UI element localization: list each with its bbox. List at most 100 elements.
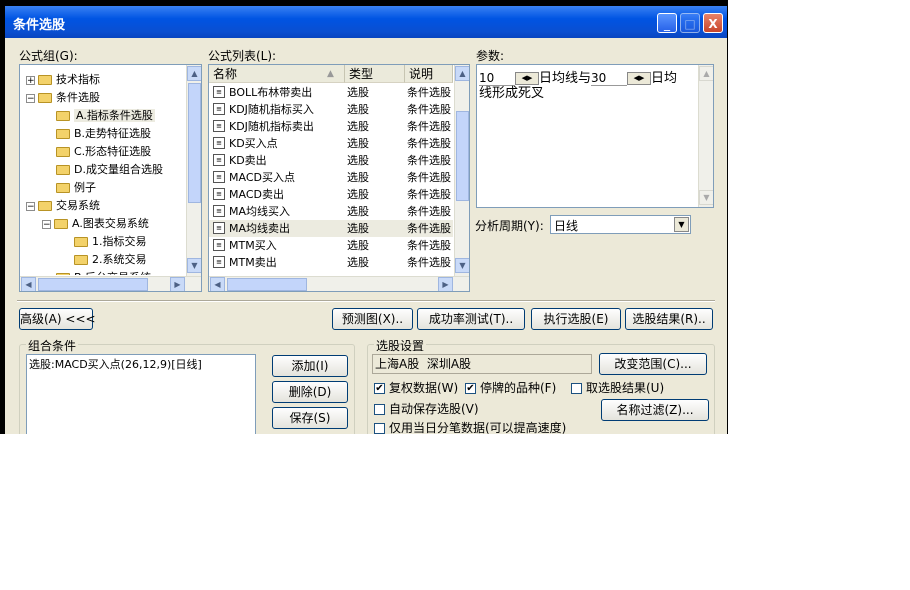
- tree-item-trade[interactable]: − 交易系统: [20, 197, 100, 215]
- formula-doc-icon: ≡: [213, 222, 225, 234]
- collapse-icon[interactable]: −: [42, 219, 51, 229]
- formula-row[interactable]: ≡ KDJ随机指标买入 选股 条件选股: [209, 101, 453, 118]
- today-only-checkbox[interactable]: 仅用当日分笔数据(可以提高速度): [374, 419, 566, 434]
- formula-desc: 条件选股: [407, 222, 451, 235]
- formula-name: MACD买入点: [229, 171, 295, 184]
- suspended-checkbox[interactable]: ✔ 停牌的品种(F): [465, 379, 556, 396]
- tree-item-condition[interactable]: − 条件选股: [20, 89, 100, 107]
- collapse-icon[interactable]: −: [26, 201, 35, 211]
- formula-row[interactable]: ≡ BOLL布林带卖出 选股 条件选股: [209, 84, 453, 101]
- tree-item-indicator[interactable]: A.指标条件选股: [20, 107, 155, 125]
- scroll-left-icon[interactable]: ◀: [21, 277, 36, 291]
- checkbox-unchecked-icon[interactable]: [374, 404, 385, 415]
- pick-result-checkbox[interactable]: 取选股结果(U): [571, 379, 664, 396]
- close-button[interactable]: X: [703, 13, 723, 33]
- formula-name: MACD卖出: [229, 188, 284, 201]
- scroll-down-icon[interactable]: ▼: [455, 258, 469, 273]
- formula-rows: ≡ BOLL布林带卖出 选股 条件选股 ≡ KDJ随机指标买入 选股 条件选股 ≡ KDJ随机指标…: [209, 84, 453, 276]
- checkbox-checked-icon[interactable]: ✔: [465, 383, 476, 394]
- column-desc[interactable]: 说明: [405, 65, 453, 83]
- scroll-thumb[interactable]: [456, 111, 469, 201]
- params-scrollbar[interactable]: ▲ ▼: [698, 65, 713, 207]
- formula-desc: 条件选股: [407, 154, 451, 167]
- maximize-button[interactable]: □: [680, 13, 700, 33]
- spin-arrows-icon[interactable]: ◀▶: [627, 72, 652, 85]
- formula-row[interactable]: ≡ MA均线卖出 选股 条件选股: [209, 220, 453, 237]
- formula-row[interactable]: ≡ MACD买入点 选股 条件选股: [209, 169, 453, 186]
- title-bar[interactable]: 条件选股 _ □ X: [5, 6, 727, 38]
- period-select[interactable]: 日线 ▼: [550, 215, 691, 234]
- scroll-thumb[interactable]: [188, 83, 201, 203]
- tree-item-tech[interactable]: + 技术指标: [20, 71, 100, 89]
- formula-name: MTM卖出: [229, 256, 277, 269]
- success-test-button[interactable]: 成功率测试(T)..: [417, 308, 525, 330]
- formula-row[interactable]: ≡ MTM买入 选股 条件选股: [209, 237, 453, 254]
- column-type[interactable]: 类型: [345, 65, 405, 83]
- list-vertical-scrollbar[interactable]: ▲ ▼: [454, 65, 469, 276]
- tree-items: + 技术指标 − 条件选股 A.指标条件选股 B.走势特征选股 C.形态特征选股 D.成交量组…: [20, 65, 185, 275]
- preview-button[interactable]: 预测图(X)..: [332, 308, 413, 330]
- scroll-left-icon[interactable]: ◀: [210, 277, 225, 291]
- param-input-2[interactable]: 30: [591, 71, 628, 86]
- period-label: 分析周期(Y):: [475, 219, 544, 233]
- formula-desc: 条件选股: [407, 86, 451, 99]
- folder-icon: [56, 183, 70, 193]
- scroll-up-icon[interactable]: ▲: [699, 66, 713, 81]
- formula-row[interactable]: ≡ KD卖出 选股 条件选股: [209, 152, 453, 169]
- scroll-right-icon[interactable]: ▶: [170, 277, 185, 291]
- formula-doc-icon: ≡: [213, 137, 225, 149]
- folder-icon: [56, 129, 70, 139]
- formula-list[interactable]: 名称 ▲ 类型 说明 ≡ BOLL布林带卖出 选股 条件选股 ≡ KDJ随机指标买入 选股条…: [208, 64, 470, 292]
- formula-row[interactable]: ≡ MTM卖出 选股 条件选股: [209, 254, 453, 271]
- formula-row[interactable]: ≡ MA均线买入 选股 条件选股: [209, 203, 453, 220]
- scroll-up-icon[interactable]: ▲: [187, 66, 201, 81]
- column-name[interactable]: 名称 ▲: [209, 65, 345, 83]
- formula-group-label: 公式组(G):: [19, 49, 78, 63]
- restore-checkbox[interactable]: ✔ 复权数据(W): [374, 379, 458, 396]
- tree-item-system-trade[interactable]: 2.系统交易: [20, 251, 147, 269]
- formula-group-tree[interactable]: + 技术指标 − 条件选股 A.指标条件选股 B.走势特征选股 C.形态特征选股 D.成交量组…: [19, 64, 202, 292]
- checkbox-checked-icon[interactable]: ✔: [374, 383, 385, 394]
- scroll-down-icon[interactable]: ▼: [699, 190, 713, 205]
- folder-icon: [56, 165, 70, 175]
- name-filter-button[interactable]: 名称过滤(Z)...: [601, 399, 709, 421]
- scroll-down-icon[interactable]: ▼: [187, 258, 201, 273]
- add-button[interactable]: 添加(I): [272, 355, 348, 377]
- formula-name: BOLL布林带卖出: [229, 86, 313, 99]
- collapse-icon[interactable]: −: [26, 93, 35, 103]
- list-horizontal-scrollbar[interactable]: ◀ ▶: [209, 276, 469, 291]
- scroll-right-icon[interactable]: ▶: [438, 277, 453, 291]
- tree-item-examples[interactable]: 例子: [20, 179, 96, 197]
- expand-icon[interactable]: +: [26, 75, 35, 85]
- execute-button[interactable]: 执行选股(E): [531, 308, 621, 330]
- tree-item-pattern[interactable]: C.形态特征选股: [20, 143, 151, 161]
- chevron-down-icon[interactable]: ▼: [674, 217, 689, 232]
- formula-row[interactable]: ≡ MACD卖出 选股 条件选股: [209, 186, 453, 203]
- scroll-up-icon[interactable]: ▲: [455, 66, 469, 81]
- advanced-button[interactable]: 高级(A) <<<: [19, 308, 96, 330]
- tree-item-backend[interactable]: B.后台交易系统: [20, 269, 151, 275]
- tree-item-indicator-trade[interactable]: 1.指标交易: [20, 233, 147, 251]
- checkbox-unchecked-icon[interactable]: [571, 383, 582, 394]
- delete-button[interactable]: 删除(D): [272, 381, 348, 403]
- checkbox-unchecked-icon[interactable]: [374, 423, 385, 434]
- hscroll-thumb[interactable]: [38, 278, 148, 291]
- results-button[interactable]: 选股结果(R)..: [625, 308, 713, 330]
- formula-row[interactable]: ≡ KDJ随机指标卖出 选股 条件选股: [209, 118, 453, 135]
- save-button[interactable]: 保存(S): [272, 407, 348, 429]
- tree-item-volume[interactable]: D.成交量组合选股: [20, 161, 163, 179]
- change-range-button[interactable]: 改变范围(C)...: [599, 353, 707, 375]
- formula-row[interactable]: ≡ KD买入点 选股 条件选股: [209, 135, 453, 152]
- tree-item-trend[interactable]: B.走势特征选股: [20, 125, 151, 143]
- formula-doc-icon: ≡: [213, 239, 225, 251]
- formula-desc: 条件选股: [407, 137, 451, 150]
- folder-icon: [74, 237, 88, 247]
- combo-conditions-box[interactable]: 选股:MACD买入点(26,12,9)[日线]: [26, 354, 256, 434]
- tree-item-chart-trade[interactable]: − A.图表交易系统: [20, 215, 149, 233]
- auto-save-checkbox[interactable]: 自动保存选股(V): [374, 400, 479, 417]
- hscroll-thumb[interactable]: [227, 278, 307, 291]
- tree-horizontal-scrollbar[interactable]: ◀ ▶: [20, 276, 201, 291]
- params-panel: 10 ◀▶ 日均线与30 ◀▶ 日均 线形成死叉 ▲ ▼: [476, 64, 714, 208]
- tree-vertical-scrollbar[interactable]: ▲ ▼: [186, 65, 201, 276]
- minimize-button[interactable]: _: [657, 13, 677, 33]
